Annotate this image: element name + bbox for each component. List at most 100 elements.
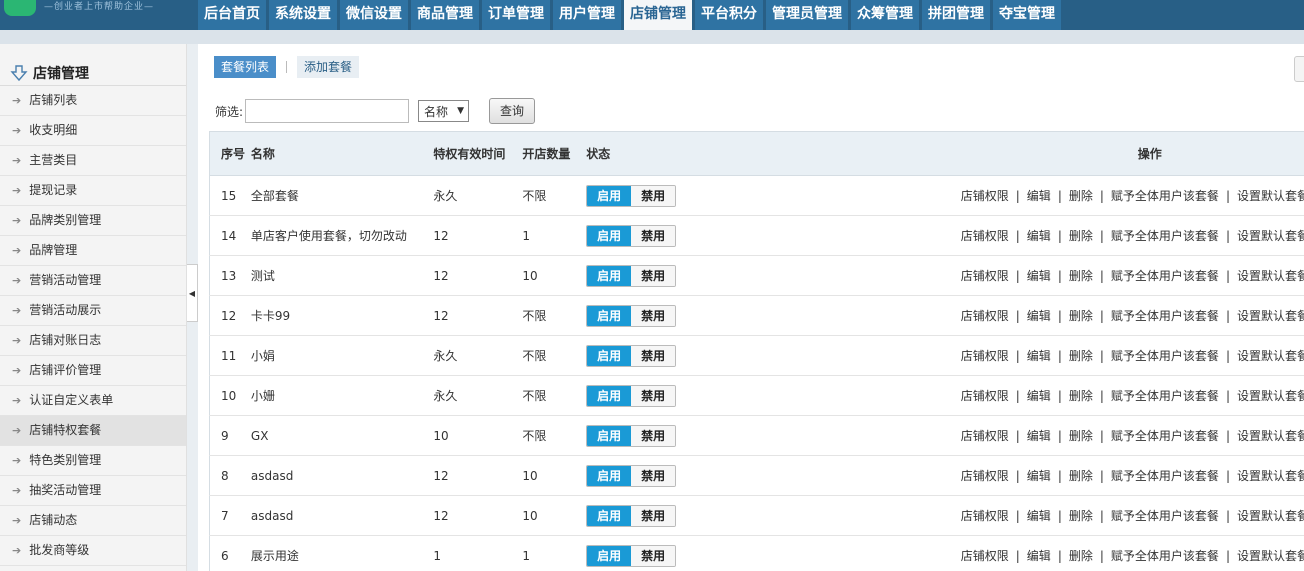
assign-all-users-link[interactable]: 赋予全体用户该套餐 <box>1111 469 1219 483</box>
edit-link[interactable]: 编辑 <box>1027 389 1051 403</box>
nav-item[interactable]: 后台首页 <box>198 0 266 30</box>
shop-permission-link[interactable]: 店铺权限 <box>961 229 1009 243</box>
edit-link[interactable]: 编辑 <box>1027 429 1051 443</box>
assign-all-users-link[interactable]: 赋予全体用户该套餐 <box>1111 389 1219 403</box>
delete-link[interactable]: 删除 <box>1069 189 1093 203</box>
delete-link[interactable]: 删除 <box>1069 429 1093 443</box>
shop-permission-link[interactable]: 店铺权限 <box>961 429 1009 443</box>
disable-button[interactable]: 禁用 <box>631 305 676 326</box>
shop-permission-link[interactable]: 店铺权限 <box>961 549 1009 563</box>
sidebar-item[interactable]: ➔ 店铺对账日志 <box>0 326 186 356</box>
sidebar-item[interactable]: ➔ 店铺列表 <box>0 86 186 116</box>
delete-link[interactable]: 删除 <box>1069 309 1093 323</box>
status-toggle[interactable]: 启用 禁用 <box>586 384 677 407</box>
tab-add-package[interactable]: 添加套餐 <box>297 56 360 78</box>
assign-all-users-link[interactable]: 赋予全体用户该套餐 <box>1111 429 1219 443</box>
disable-button[interactable]: 禁用 <box>631 385 676 406</box>
sidebar-item[interactable]: ➔ 抽奖活动管理 <box>0 476 186 506</box>
status-toggle[interactable]: 启用 禁用 <box>586 504 677 527</box>
enable-button[interactable]: 启用 <box>587 465 632 486</box>
shop-permission-link[interactable]: 店铺权限 <box>961 189 1009 203</box>
status-toggle[interactable]: 启用 禁用 <box>586 464 677 487</box>
disable-button[interactable]: 禁用 <box>631 345 676 366</box>
sidebar-item[interactable]: ➔ 营销活动展示 <box>0 296 186 326</box>
shop-permission-link[interactable]: 店铺权限 <box>961 269 1009 283</box>
sidebar-item[interactable]: ➔ 店铺评价管理 <box>0 356 186 386</box>
nav-item[interactable]: 众筹管理 <box>851 0 919 30</box>
sidebar-item[interactable]: ➔ 品牌类别管理 <box>0 206 186 236</box>
disable-button[interactable]: 禁用 <box>631 265 676 286</box>
disable-button[interactable]: 禁用 <box>631 505 676 526</box>
disable-button[interactable]: 禁用 <box>631 225 676 246</box>
set-default-link[interactable]: 设置默认套餐 <box>1237 229 1304 243</box>
delete-link[interactable]: 删除 <box>1069 389 1093 403</box>
shop-permission-link[interactable]: 店铺权限 <box>961 389 1009 403</box>
sidebar-item[interactable]: ➔ 收支明细 <box>0 116 186 146</box>
sidebar-item[interactable]: ➔ 提现记录 <box>0 176 186 206</box>
nav-item[interactable]: 商品管理 <box>411 0 479 30</box>
nav-item[interactable]: 系统设置 <box>269 0 337 30</box>
set-default-link[interactable]: 设置默认套餐 <box>1237 429 1304 443</box>
status-toggle[interactable]: 启用 禁用 <box>586 344 677 367</box>
shop-permission-link[interactable]: 店铺权限 <box>961 469 1009 483</box>
status-toggle[interactable]: 启用 禁用 <box>586 224 677 247</box>
status-toggle[interactable]: 启用 禁用 <box>586 544 677 567</box>
enable-button[interactable]: 启用 <box>587 505 632 526</box>
search-button[interactable]: 查询 <box>488 98 535 124</box>
status-toggle[interactable]: 启用 禁用 <box>586 184 677 207</box>
edit-link[interactable]: 编辑 <box>1027 229 1051 243</box>
enable-button[interactable]: 启用 <box>587 385 632 406</box>
sidebar-item[interactable]: ➔ 主营类目 <box>0 146 186 176</box>
nav-item[interactable]: 微信设置 <box>340 0 408 30</box>
sidebar-item[interactable]: ➔ 品牌管理 <box>0 236 186 266</box>
edit-link[interactable]: 编辑 <box>1027 509 1051 523</box>
set-default-link[interactable]: 设置默认套餐 <box>1237 549 1304 563</box>
set-default-link[interactable]: 设置默认套餐 <box>1237 469 1304 483</box>
disable-button[interactable]: 禁用 <box>631 425 676 446</box>
status-toggle[interactable]: 启用 禁用 <box>586 424 677 447</box>
edit-link[interactable]: 编辑 <box>1027 349 1051 363</box>
status-toggle[interactable]: 启用 禁用 <box>586 264 677 287</box>
nav-item[interactable]: 店铺管理 <box>624 0 692 30</box>
set-default-link[interactable]: 设置默认套餐 <box>1237 349 1304 363</box>
nav-item[interactable]: 夺宝管理 <box>993 0 1061 30</box>
nav-item[interactable]: 用户管理 <box>553 0 621 30</box>
delete-link[interactable]: 删除 <box>1069 269 1093 283</box>
nav-item[interactable]: 拼团管理 <box>922 0 990 30</box>
disable-button[interactable]: 禁用 <box>631 545 676 566</box>
status-toggle[interactable]: 启用 禁用 <box>586 304 677 327</box>
nav-item[interactable]: 平台积分 <box>695 0 763 30</box>
edit-link[interactable]: 编辑 <box>1027 269 1051 283</box>
shop-permission-link[interactable]: 店铺权限 <box>961 349 1009 363</box>
sidebar-item[interactable]: ➔ 营销活动管理 <box>0 266 186 296</box>
enable-button[interactable]: 启用 <box>587 345 632 366</box>
assign-all-users-link[interactable]: 赋予全体用户该套餐 <box>1111 509 1219 523</box>
enable-button[interactable]: 启用 <box>587 545 632 566</box>
sidebar-collapse-button[interactable]: ◀ <box>187 264 198 322</box>
sidebar-item[interactable]: ➔ 特色类别管理 <box>0 446 186 476</box>
sidebar-item[interactable]: ➔ 批发商等级 <box>0 536 186 566</box>
enable-button[interactable]: 启用 <box>587 185 632 206</box>
disable-button[interactable]: 禁用 <box>631 465 676 486</box>
shop-permission-link[interactable]: 店铺权限 <box>961 509 1009 523</box>
delete-link[interactable]: 删除 <box>1069 229 1093 243</box>
set-default-link[interactable]: 设置默认套餐 <box>1237 189 1304 203</box>
sidebar-item[interactable]: ➔ 店铺特权套餐 <box>0 416 186 446</box>
enable-button[interactable]: 启用 <box>587 265 632 286</box>
assign-all-users-link[interactable]: 赋予全体用户该套餐 <box>1111 549 1219 563</box>
edit-link[interactable]: 编辑 <box>1027 189 1051 203</box>
edit-link[interactable]: 编辑 <box>1027 549 1051 563</box>
delete-link[interactable]: 删除 <box>1069 349 1093 363</box>
edit-link[interactable]: 编辑 <box>1027 469 1051 483</box>
edit-link[interactable]: 编辑 <box>1027 309 1051 323</box>
filter-field-select[interactable]: 名称 ▼ <box>418 100 469 122</box>
sidebar-item[interactable]: ➔ 认证自定义表单 <box>0 386 186 416</box>
set-default-link[interactable]: 设置默认套餐 <box>1237 509 1304 523</box>
assign-all-users-link[interactable]: 赋予全体用户该套餐 <box>1111 349 1219 363</box>
delete-link[interactable]: 删除 <box>1069 469 1093 483</box>
sidebar-item[interactable]: ➔ 店铺动态 <box>0 506 186 536</box>
delete-link[interactable]: 删除 <box>1069 509 1093 523</box>
set-default-link[interactable]: 设置默认套餐 <box>1237 389 1304 403</box>
enable-button[interactable]: 启用 <box>587 225 632 246</box>
edge-toggle-button[interactable] <box>1294 56 1304 82</box>
